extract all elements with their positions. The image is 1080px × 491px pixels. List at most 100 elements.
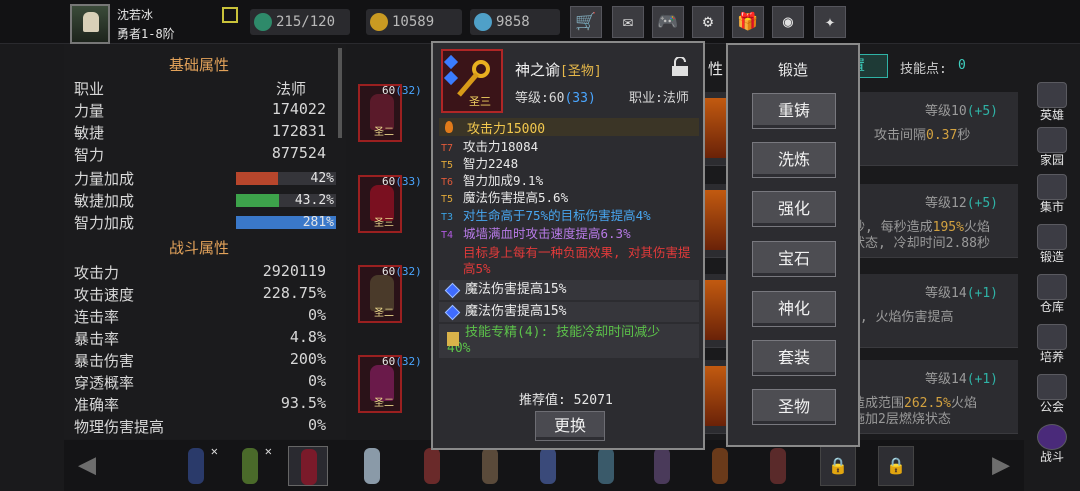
side-menu-market[interactable]: 集市 — [1030, 172, 1074, 216]
side-menu-home[interactable]: 家园 — [1030, 125, 1074, 169]
hero-figure — [424, 448, 440, 484]
refine-button[interactable]: 洗炼 — [752, 142, 836, 178]
locked-slot-lock-icon[interactable]: 🔒 — [820, 446, 856, 486]
attributes-tab-fragment[interactable]: 性 — [708, 58, 723, 79]
gold-display: 10589 — [366, 9, 462, 35]
mail-icon[interactable]: ✉ — [612, 6, 644, 38]
equipment-slot[interactable]: 60(32) 圣二 — [358, 84, 422, 142]
attr-row: 暴击伤害 200% — [74, 350, 326, 372]
skill-points-label: 技能点: — [900, 62, 947, 77]
training-icon — [1037, 324, 1067, 350]
side-menu-guild[interactable]: 公会 — [1030, 372, 1074, 416]
attribute-panel: 基础属性 职业 法师 力量 174022 敏捷 172831 智力 877524… — [64, 44, 346, 439]
guild-emblem-icon — [1037, 374, 1067, 400]
player-rank: 勇者1-8阶 — [117, 27, 175, 41]
lightning-icon — [254, 13, 272, 31]
previous-arrow-icon[interactable]: ◀ — [68, 448, 106, 482]
side-menu-label: 培养 — [1039, 350, 1064, 364]
swap-equipment-button[interactable]: 更换 — [535, 411, 605, 441]
gem-bonus-text: 魔法伤害提高15% — [465, 304, 567, 319]
affix-text: 城墙满血时攻击速度提高6.3% — [463, 226, 631, 241]
attr-value: 法师 — [275, 80, 306, 98]
affix-row: T7 攻击力18084 — [441, 139, 699, 157]
side-menu-hero[interactable]: 英雄 — [1030, 80, 1074, 124]
forge-title: 锻造 — [777, 61, 808, 79]
side-menu-battle[interactable]: 战斗 — [1030, 422, 1074, 466]
equipment-slot[interactable]: 60(33) 圣三 — [358, 175, 422, 233]
hero-slot[interactable] — [758, 446, 798, 486]
side-menu-label: 公会 — [1039, 400, 1064, 414]
close-icon: ✕ — [264, 444, 272, 458]
attr-value: 172831 — [271, 122, 326, 140]
locked-slot-lock-icon[interactable]: 🔒 — [878, 446, 914, 486]
side-menu-forge[interactable]: 锻造 — [1030, 222, 1074, 266]
equip-tier: 圣二 — [374, 308, 394, 319]
hero-slot[interactable]: ✕ — [176, 444, 218, 486]
player-avatar[interactable] — [70, 4, 110, 44]
affix-tier: T6 — [441, 177, 454, 188]
attr-label: 敏捷加成 — [74, 192, 135, 210]
next-arrow-icon[interactable]: ▶ — [982, 448, 1020, 482]
hero-slot[interactable] — [470, 446, 510, 486]
strength-bonus-bar: 42% — [236, 171, 336, 186]
skill-level: 等级14(+1) — [925, 286, 998, 301]
attr-value: 93.5% — [280, 394, 326, 412]
hero-figure — [540, 448, 556, 484]
affix-tier: T5 — [441, 194, 454, 205]
enhance-button[interactable]: 强化 — [752, 191, 836, 227]
hero-slot[interactable] — [586, 446, 626, 486]
color-wheel-icon[interactable]: ◉ — [772, 6, 804, 38]
attribute-scrollbar[interactable] — [338, 48, 342, 138]
attr-value: 200% — [289, 350, 326, 368]
hero-slot[interactable] — [528, 446, 568, 486]
attr-value: 0% — [307, 416, 326, 434]
skill-mastery-text: 技能专精(4): 技能冷却时间减少 — [465, 325, 661, 340]
gear-icon[interactable]: ⚙ — [692, 6, 724, 38]
equipment-slot[interactable]: 60(32) 圣二 — [358, 265, 422, 323]
strength-bonus-row: 力量加成 42% — [74, 168, 336, 190]
equipment-slot[interactable]: 60(32) 圣二 — [358, 355, 422, 413]
recommend-score: 推荐值: 52071 — [519, 393, 613, 408]
recast-button[interactable]: 重铸 — [752, 93, 836, 129]
affix-tier: T3 — [441, 212, 454, 223]
gamepad-icon[interactable]: 🎮 — [652, 6, 684, 38]
intelligence-bonus-bar: 281% — [236, 215, 336, 230]
hero-figure — [770, 448, 786, 484]
hero-slot[interactable] — [700, 446, 740, 486]
diamond-icon — [474, 13, 492, 31]
gem-button[interactable]: 宝石 — [752, 241, 836, 277]
attr-label: 智力 — [74, 146, 105, 164]
main-stat-row: 攻击力15000 — [439, 118, 699, 137]
intelligence-bonus-row: 智力加成 281% — [74, 212, 336, 234]
attr-row: 攻击力 2920119 — [74, 262, 326, 284]
affix-text: 魔法伤害提高5.6% — [463, 190, 569, 205]
chest-icon — [1037, 274, 1067, 300]
event-icon[interactable]: ✦ — [814, 6, 846, 38]
relic-button[interactable]: 圣物 — [752, 389, 836, 425]
side-menu-training[interactable]: 培养 — [1030, 322, 1074, 366]
side-menu-warehouse[interactable]: 仓库 — [1030, 272, 1074, 316]
side-menu-label: 仓库 — [1039, 300, 1064, 314]
affix-row: T6 智力加成9.1% — [441, 173, 699, 191]
side-menu-label: 英雄 — [1039, 108, 1064, 122]
hero-figure — [654, 448, 670, 484]
skill-desc: 攻击间隔0.37秒 — [874, 128, 971, 143]
gift-icon[interactable]: 🎁 — [732, 6, 764, 38]
hero-figure — [242, 448, 258, 484]
market-icon — [1037, 174, 1067, 200]
shop-cart-icon[interactable]: 🛒 — [570, 6, 602, 38]
set-button[interactable]: 套装 — [752, 340, 836, 376]
hero-slot[interactable] — [352, 446, 392, 486]
edit-icon[interactable] — [222, 7, 238, 23]
attr-label: 穿透概率 — [74, 374, 135, 392]
hero-slot[interactable]: ✕ — [230, 444, 272, 486]
skill-desc: %, 火焰伤害提高 — [852, 310, 954, 325]
deify-button[interactable]: 神化 — [752, 291, 836, 327]
hero-slot[interactable] — [642, 446, 682, 486]
attr-label: 暴击率 — [74, 330, 120, 348]
hero-slot-selected[interactable] — [288, 446, 328, 486]
unlock-icon[interactable] — [671, 57, 689, 77]
attr-value: 877524 — [271, 144, 326, 162]
hero-slot[interactable] — [412, 446, 452, 486]
item-tier: 圣三 — [469, 95, 491, 108]
